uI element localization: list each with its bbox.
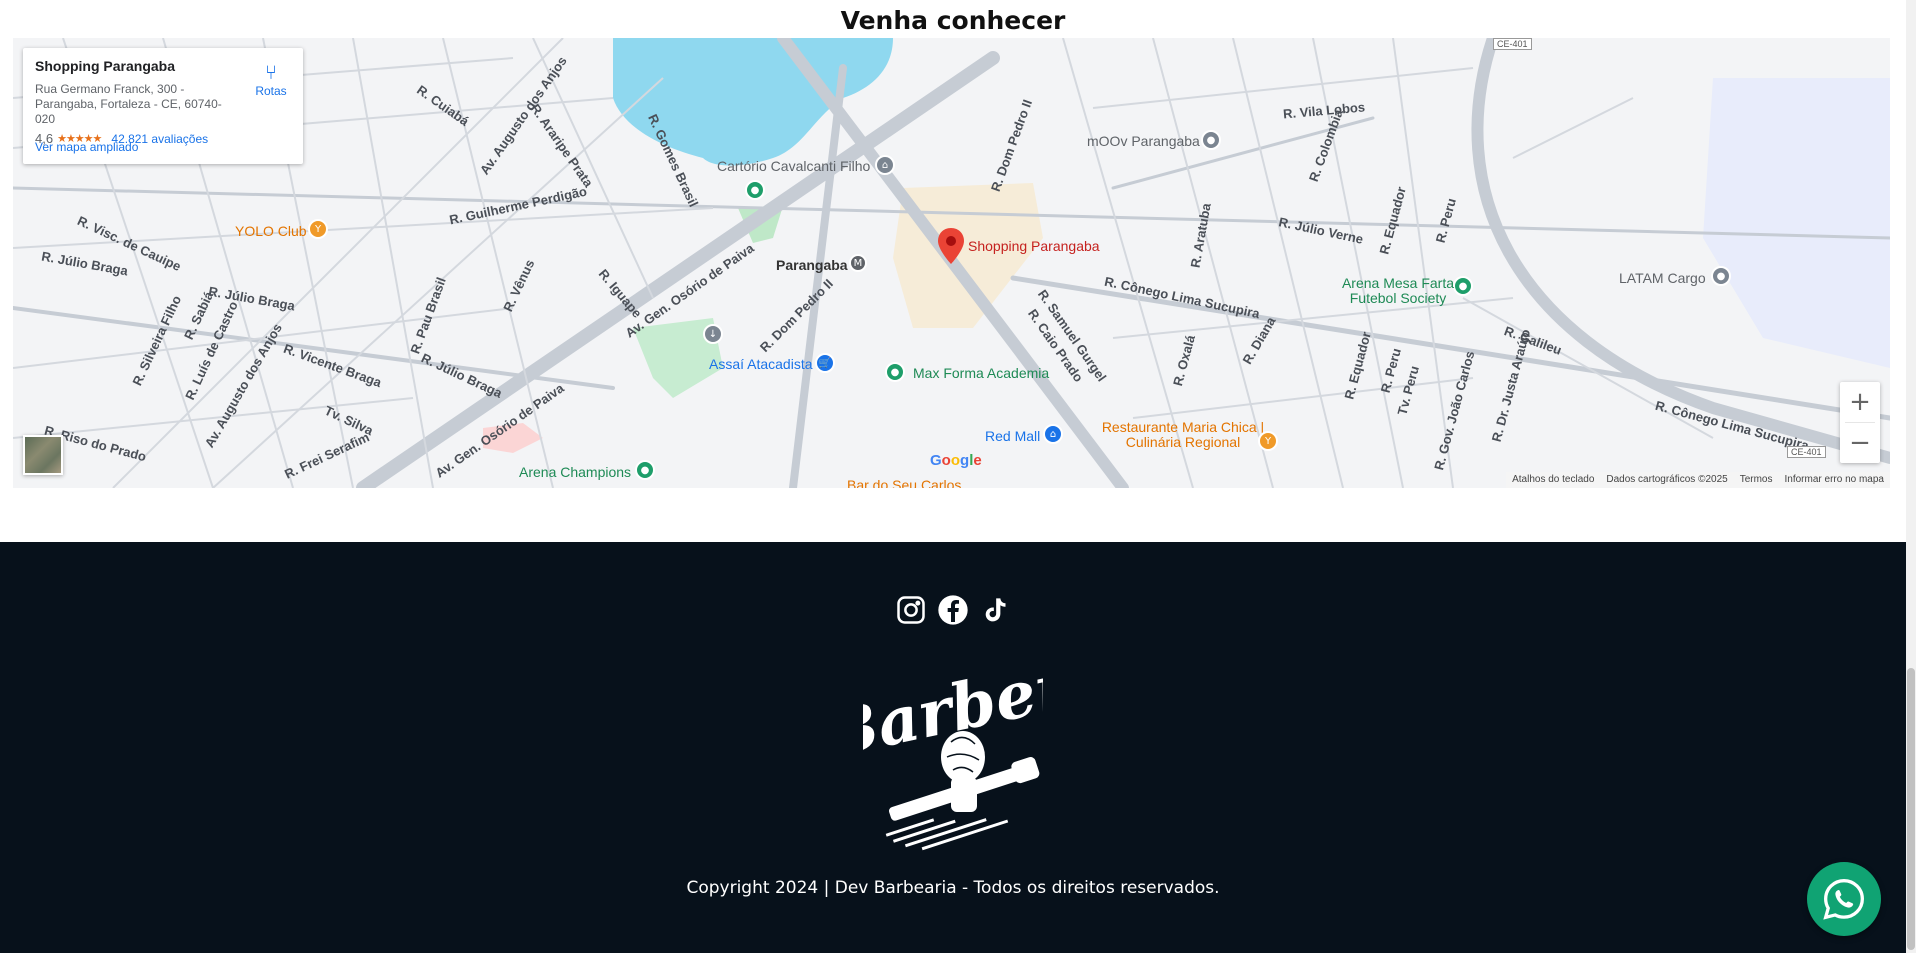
larger-map-link[interactable]: Ver mapa ampliado [35, 140, 138, 154]
satellite-toggle[interactable] [23, 435, 63, 475]
whatsapp-icon [1823, 879, 1864, 920]
poi-marker[interactable]: ● [885, 362, 905, 382]
poi-arena-champions[interactable]: Arena Champions [519, 464, 631, 480]
place-address: Rua Germano Franck, 300 - Parangaba, For… [35, 82, 222, 126]
terms-link[interactable]: Termos [1740, 474, 1773, 486]
directions-label: Rotas [255, 84, 287, 98]
google-map[interactable]: R. Cuiabá Av. Augusto dos Anjos R. Arari… [13, 38, 1890, 488]
footer: Barber Copyright 2024 | Dev Barbearia - … [0, 542, 1906, 953]
directions-icon: ⑂ [265, 62, 277, 84]
route-badge: CE-401 [1787, 446, 1826, 458]
poi-marker[interactable]: 🛒 [815, 353, 835, 373]
zoom-in-button[interactable]: + [1840, 382, 1880, 422]
directions-button[interactable]: ⑂ Rotas [251, 62, 291, 98]
poi-assai[interactable]: Assaí Atacadista [709, 356, 813, 372]
poi-marker[interactable]: ↓ [703, 324, 723, 344]
location-pin-icon[interactable] [938, 228, 964, 264]
section-title: Venha conhecer [840, 6, 1066, 35]
poi-yolo[interactable]: YOLO Club [235, 223, 307, 239]
map-data-text: Dados cartográficos ©2025 [1606, 474, 1728, 485]
poi-red-mall[interactable]: Red Mall [985, 428, 1040, 444]
poi-max-forma[interactable]: Max Forma Academia [913, 365, 1049, 381]
poi-moov[interactable]: mOOv Parangaba [1087, 133, 1200, 149]
poi-marker[interactable]: Y [1258, 431, 1278, 451]
poi-arena-mesa[interactable]: Arena Mesa Farta Futebol Society [1338, 276, 1458, 306]
map-attribution: Atalhos do teclado Dados cartográficos ©… [1506, 472, 1890, 488]
scrollbar-track[interactable] [1906, 0, 1916, 953]
scrollbar-thumb[interactable] [1907, 668, 1915, 950]
keyboard-shortcuts-link[interactable]: Atalhos do teclado [1512, 474, 1594, 486]
poi-shopping[interactable]: Shopping Parangaba [968, 238, 1100, 254]
place-info-card: Shopping Parangaba Rua Germano Franck, 3… [23, 48, 303, 164]
poi-marker[interactable]: ● [635, 460, 655, 480]
facebook-icon[interactable] [937, 594, 969, 626]
zoom-out-button[interactable]: − [1840, 423, 1880, 463]
barber-logo: Barber [863, 652, 1043, 851]
zoom-controls: + − [1840, 382, 1880, 463]
route-badge: CE-401 [1493, 38, 1532, 50]
instagram-icon[interactable] [895, 594, 927, 626]
poi-latam[interactable]: LATAM Cargo [1619, 270, 1706, 286]
poi-marker[interactable]: Y [308, 219, 328, 239]
poi-parangaba[interactable]: Parangaba [776, 257, 848, 273]
social-links [0, 594, 1906, 626]
whatsapp-button[interactable] [1807, 862, 1881, 936]
poi-cartorio[interactable]: Cartório Cavalcanti Filho [717, 158, 870, 174]
poi-marker[interactable]: ⌂ [1043, 424, 1063, 444]
copyright-text: Copyright 2024 | Dev Barbearia - Todos o… [686, 878, 1220, 898]
poi-bar[interactable]: Bar do Seu Carlos [847, 477, 961, 488]
report-error-link[interactable]: Informar erro no mapa [1785, 474, 1885, 486]
poi-marker[interactable]: ● [1201, 130, 1221, 150]
poi-marker[interactable]: ● [1711, 266, 1731, 286]
tiktok-icon[interactable] [979, 594, 1011, 626]
google-logo: Google [930, 452, 982, 469]
page: Venha conhecer R. Cuiabá Av. Augusto dos… [0, 0, 1916, 953]
poi-restaurante[interactable]: Restaurante Maria Chica | Culinária Regi… [1098, 420, 1268, 450]
metro-icon[interactable]: M [849, 254, 867, 272]
poi-marker[interactable]: ⌂ [875, 155, 895, 175]
poi-marker[interactable]: ● [745, 180, 765, 200]
